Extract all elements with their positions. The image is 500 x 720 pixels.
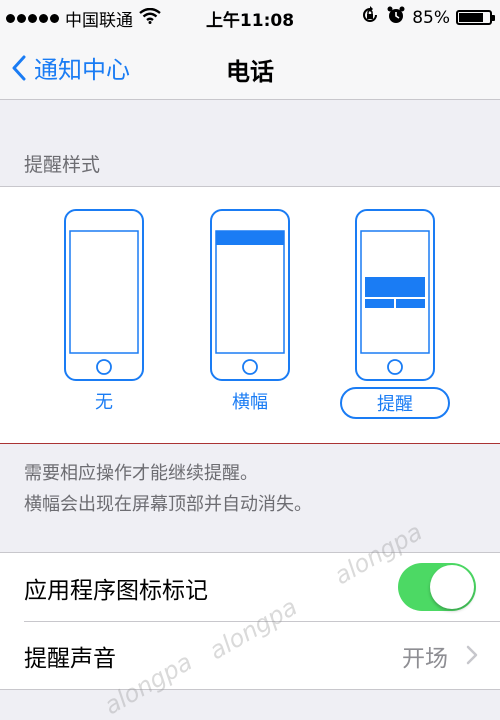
status-right: 85% (360, 5, 495, 30)
alert-style-alert-option[interactable]: 提醒 (340, 387, 450, 419)
alert-sound-label: 提醒声音 (24, 646, 116, 672)
settings-list: 应用程序图标标记 提醒声音 开场 (0, 552, 500, 690)
alert-style-alert-preview[interactable] (355, 209, 435, 381)
badge-app-icon-row: 应用程序图标标记 (0, 553, 500, 621)
battery-percent: 85% (412, 7, 450, 28)
alert-style-description: 需要相应操作才能继续提醒。 横幅会出现在屏幕顶部并自动消失。 (24, 458, 312, 520)
alert-style-banner-option[interactable]: 横幅 (195, 387, 305, 419)
rotation-lock-icon (360, 5, 380, 30)
alert-style-header: 提醒样式 (24, 154, 101, 176)
battery-icon (456, 10, 495, 25)
alert-sound-row[interactable]: 提醒声音 开场 (0, 621, 500, 689)
battery-fill (459, 13, 483, 22)
toggle-knob (430, 565, 474, 609)
badge-app-icon-toggle[interactable] (398, 563, 476, 611)
alert-style-none-preview[interactable] (64, 209, 144, 381)
alert-style-none-option[interactable]: 无 (49, 387, 159, 419)
status-bar: 中国联通 上午11:08 85% (0, 0, 500, 34)
page-title: 电话 (226, 58, 274, 86)
navigation-bar: 通知中心 电话 (0, 34, 500, 100)
alarm-icon (386, 5, 406, 30)
alert-style-panel: 无 横幅 提醒 (0, 186, 500, 444)
description-line-2: 横幅会出现在屏幕顶部并自动消失。 (24, 494, 312, 515)
chevron-right-icon (466, 645, 478, 665)
badge-app-icon-label: 应用程序图标标记 (24, 578, 208, 604)
description-line-1: 需要相应操作才能继续提醒。 (24, 463, 258, 484)
alert-style-banner-preview[interactable] (210, 209, 290, 381)
alert-sound-value: 开场 (402, 646, 448, 672)
